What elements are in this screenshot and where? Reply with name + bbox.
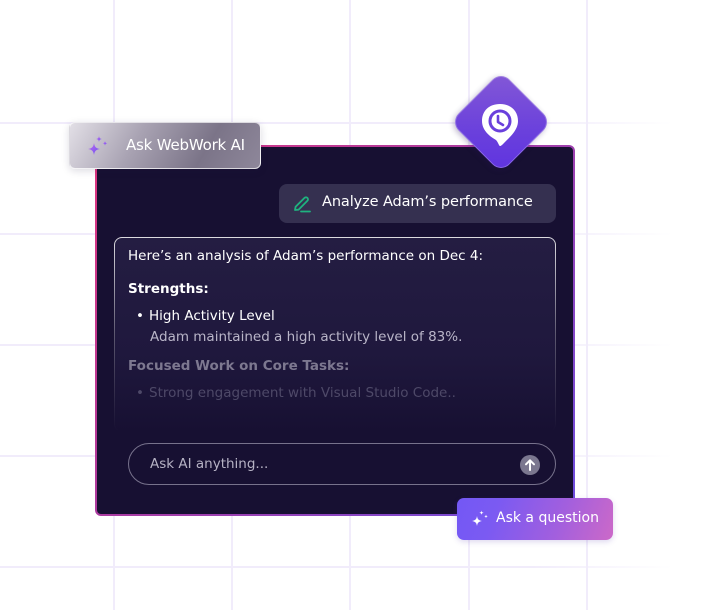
location-clock-icon <box>482 104 518 146</box>
response-intro: Here’s an analysis of Adam’s performance… <box>128 248 484 264</box>
arrow-up-icon <box>525 459 535 471</box>
list-item-title: High Activity Level <box>149 308 275 324</box>
pen-icon <box>294 196 311 213</box>
bullet: • <box>136 308 144 324</box>
ask-a-question-label: Ask a question <box>496 510 599 526</box>
list-item: • Strong engagement with Visual Studio Co… <box>136 385 456 401</box>
grid-line <box>0 566 708 568</box>
list-item: • High Activity Level <box>136 308 275 324</box>
section-heading: Strengths: <box>128 281 209 297</box>
list-item-title: Strong engagement with Visual Studio Cod… <box>149 385 456 401</box>
chip-label: Ask WebWork AI <box>126 136 245 154</box>
ask-ai-input[interactable]: Ask AI anything... <box>128 443 556 485</box>
user-prompt-bubble: Analyze Adam’s performance <box>279 184 556 223</box>
ask-webwork-ai-chip[interactable]: Ask WebWork AI <box>69 122 261 169</box>
section-heading: Focused Work on Core Tasks: <box>128 358 350 374</box>
sparkles-icon <box>88 136 108 155</box>
stage: Ask WebWork AI Analyze Adam’s performanc… <box>0 0 708 610</box>
ask-a-question-button[interactable]: Ask a question <box>457 498 613 540</box>
prompt-text: Analyze Adam’s performance <box>322 194 533 210</box>
bullet: • <box>136 385 144 401</box>
send-button[interactable] <box>520 455 540 475</box>
ai-response-card: Here’s an analysis of Adam’s performance… <box>114 237 556 432</box>
input-placeholder: Ask AI anything... <box>150 456 269 472</box>
sparkles-icon <box>472 510 488 526</box>
list-item-detail: Adam maintained a high activity level of… <box>150 329 463 345</box>
